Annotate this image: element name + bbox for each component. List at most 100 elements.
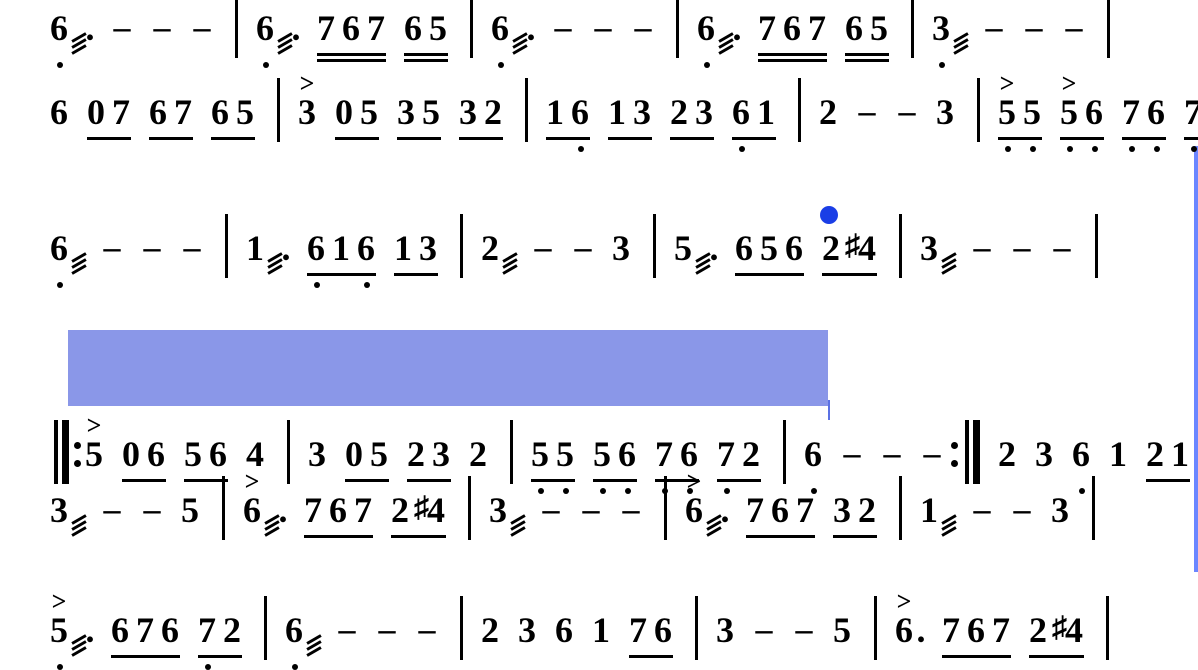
note[interactable]: 2 bbox=[479, 606, 502, 654]
dash-rest[interactable]: – bbox=[1021, 4, 1047, 52]
note[interactable]: 6 bbox=[207, 430, 230, 478]
note[interactable]: 7 bbox=[990, 606, 1013, 654]
note[interactable]: 7 bbox=[794, 486, 817, 534]
note[interactable]: 4 bbox=[856, 224, 879, 272]
beamed-group[interactable]: 13 bbox=[606, 88, 654, 137]
note[interactable]: 6 bbox=[965, 606, 988, 654]
beamed-group[interactable]: 616 bbox=[305, 224, 378, 273]
note[interactable]: 6 bbox=[48, 88, 71, 136]
note[interactable]: 3 bbox=[918, 224, 941, 272]
beamed-group[interactable]: 56 bbox=[1058, 88, 1106, 137]
beamed-group[interactable]: 21 bbox=[1144, 430, 1192, 479]
note[interactable]: 1 bbox=[330, 224, 353, 272]
note[interactable]: 7 bbox=[134, 606, 157, 654]
note[interactable]: 0 bbox=[85, 88, 108, 136]
beamed-group[interactable]: 76 bbox=[627, 606, 675, 655]
note[interactable]: 6 bbox=[553, 606, 576, 654]
note[interactable]: 3 bbox=[831, 486, 854, 534]
note[interactable]: 5 bbox=[368, 430, 391, 478]
beamed-group[interactable]: 767 bbox=[302, 486, 375, 535]
beamed-group[interactable]: 55 bbox=[996, 88, 1044, 137]
note[interactable]: 5 bbox=[831, 606, 854, 654]
beamed-group[interactable]: 07 bbox=[85, 88, 133, 137]
dash-rest[interactable]: – bbox=[139, 224, 165, 272]
dash-rest[interactable]: – bbox=[109, 4, 135, 52]
note[interactable]: 6 bbox=[783, 224, 806, 272]
note[interactable]: 1 bbox=[1107, 430, 1130, 478]
dash-rest[interactable]: – bbox=[99, 486, 125, 534]
note[interactable]: 5 bbox=[83, 430, 106, 478]
note[interactable]: 0 bbox=[120, 430, 143, 478]
note[interactable]: 5 bbox=[1021, 88, 1044, 136]
beamed-group[interactable]: 767 bbox=[315, 4, 388, 53]
note[interactable]: 3 bbox=[417, 224, 440, 272]
note[interactable]: 6 bbox=[48, 224, 71, 272]
note[interactable]: 3 bbox=[934, 88, 957, 136]
note[interactable]: 0 bbox=[333, 88, 356, 136]
note[interactable]: 6 bbox=[695, 4, 718, 52]
note[interactable]: 6 bbox=[109, 606, 132, 654]
note[interactable]: 1 bbox=[244, 224, 267, 272]
note[interactable]: 3 bbox=[430, 430, 453, 478]
note[interactable]: 5 bbox=[758, 224, 781, 272]
beamed-group[interactable]: 23 bbox=[405, 430, 453, 479]
note[interactable]: 5 bbox=[358, 88, 381, 136]
dash-rest[interactable]: – bbox=[981, 4, 1007, 52]
dash-rest[interactable]: – bbox=[550, 4, 576, 52]
note[interactable]: 3 bbox=[516, 606, 539, 654]
note[interactable]: 6 bbox=[683, 486, 706, 534]
beamed-group[interactable]: 16 bbox=[544, 88, 592, 137]
note[interactable]: 6 bbox=[781, 4, 804, 52]
beamed-group[interactable]: 61 bbox=[730, 88, 778, 137]
note[interactable]: 7 bbox=[627, 606, 650, 654]
dash-rest[interactable]: – bbox=[570, 224, 596, 272]
dash-rest[interactable]: – bbox=[149, 4, 175, 52]
note[interactable]: 1 bbox=[606, 88, 629, 136]
dash-rest[interactable]: – bbox=[751, 606, 777, 654]
note[interactable]: 2 bbox=[389, 486, 412, 534]
beamed-group[interactable]: 676 bbox=[109, 606, 182, 655]
beamed-group[interactable]: 72 bbox=[196, 606, 244, 655]
note[interactable]: 2 bbox=[820, 224, 843, 272]
note[interactable]: 6 bbox=[652, 606, 675, 654]
dash-rest[interactable]: – bbox=[894, 88, 920, 136]
note[interactable]: 6 bbox=[569, 88, 592, 136]
dash-rest[interactable]: – bbox=[969, 224, 995, 272]
note[interactable]: 6 bbox=[327, 486, 350, 534]
note[interactable]: 7 bbox=[1120, 88, 1143, 136]
note[interactable]: 5 bbox=[868, 4, 891, 52]
note[interactable]: 6 bbox=[147, 88, 170, 136]
beamed-group[interactable]: 2♯4 bbox=[1027, 606, 1086, 655]
note[interactable]: 5 bbox=[179, 486, 202, 534]
beamed-group[interactable]: 55 bbox=[529, 430, 577, 479]
note[interactable]: 3 bbox=[1049, 486, 1072, 534]
beamed-group[interactable]: 72 bbox=[715, 430, 763, 479]
beamed-group[interactable]: 32 bbox=[831, 486, 879, 535]
beamed-group[interactable]: 56 bbox=[182, 430, 230, 479]
note[interactable]: 5 bbox=[529, 430, 552, 478]
note[interactable]: 5 bbox=[234, 88, 257, 136]
note[interactable]: 7 bbox=[653, 430, 676, 478]
note[interactable]: 1 bbox=[918, 486, 941, 534]
dash-rest[interactable]: – bbox=[179, 224, 205, 272]
beamed-group[interactable]: 767 bbox=[756, 4, 829, 53]
dash-rest[interactable]: – bbox=[879, 430, 905, 478]
note[interactable]: 3 bbox=[693, 88, 716, 136]
note[interactable]: 7 bbox=[196, 606, 219, 654]
beamed-group[interactable]: 65 bbox=[402, 4, 450, 53]
dash-rest[interactable]: – bbox=[538, 486, 564, 534]
beamed-group[interactable]: 06 bbox=[120, 430, 168, 479]
beamed-group[interactable]: 72 bbox=[1182, 88, 1198, 137]
note[interactable]: 7 bbox=[744, 486, 767, 534]
beamed-group[interactable]: 05 bbox=[333, 88, 381, 137]
note[interactable]: 1 bbox=[755, 88, 778, 136]
note[interactable]: 2 bbox=[467, 430, 490, 478]
note[interactable]: 3 bbox=[610, 224, 633, 272]
note[interactable]: 2 bbox=[996, 430, 1019, 478]
beamed-group[interactable]: 23 bbox=[668, 88, 716, 137]
note[interactable]: 5 bbox=[672, 224, 695, 272]
note[interactable]: 6 bbox=[355, 224, 378, 272]
note[interactable]: 2 bbox=[817, 88, 840, 136]
note[interactable]: 6 bbox=[1070, 430, 1093, 478]
note[interactable]: 4 bbox=[1063, 606, 1086, 654]
